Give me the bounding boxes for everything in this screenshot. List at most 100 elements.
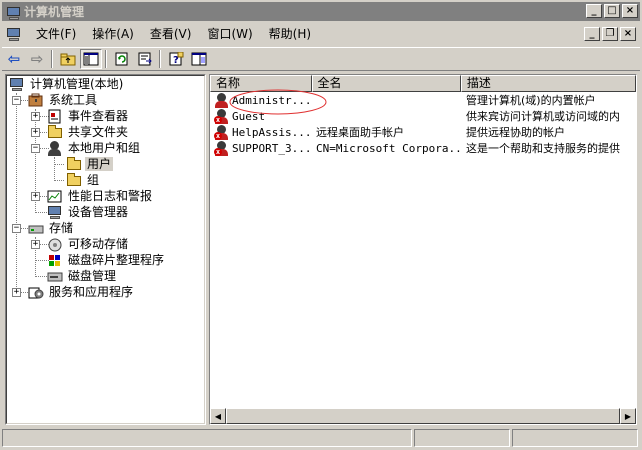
tree-item-label: 磁盘碎片整理程序	[68, 253, 165, 267]
menu-view[interactable]: 查看(V)	[142, 25, 200, 43]
refresh-button[interactable]	[111, 49, 133, 69]
collapse-storage-toggle[interactable]: −	[12, 224, 21, 233]
menu-bar: 文件(F) 操作(A) 查看(V) 窗口(W) 帮助(H) _ ❐ ×	[2, 23, 640, 45]
title-bar[interactable]: 计算机管理 _ □ ×	[2, 2, 640, 21]
mdi-close-button[interactable]: ×	[620, 27, 636, 41]
toolbar: ⇦ ⇨ ?	[2, 47, 640, 71]
up-folder-icon	[60, 53, 76, 66]
expand-removable-storage-toggle[interactable]: +	[31, 240, 40, 249]
scrollbar-thumb[interactable]	[226, 408, 620, 424]
tree-item-defrag[interactable]: 磁盘碎片整理程序	[47, 252, 166, 268]
mdi-minimize-button[interactable]: _	[584, 27, 600, 41]
tree-item-label-selected: 用户	[85, 157, 114, 171]
tree-item-label: 可移动存储	[68, 237, 129, 251]
tree-item-disk-management[interactable]: 磁盘管理	[47, 268, 118, 284]
removable-storage-icon	[47, 237, 63, 252]
computer-management-window: 计算机管理 _ □ × 文件(F) 操作(A) 查看(V) 窗口(W) 帮助(H…	[0, 0, 642, 450]
shared-folder-icon	[47, 124, 63, 140]
tree-item-label: 计算机管理(本地)	[30, 77, 124, 91]
forward-arrow-icon: ⇨	[30, 50, 44, 68]
maximize-button[interactable]: □	[604, 4, 620, 18]
details-list-pane[interactable]: 名称 全名 描述 Administr... 管理计算机(域)的内置帐户 x Gu…	[209, 74, 637, 425]
tree-item-label: 共享文件夹	[68, 125, 129, 139]
menu-file[interactable]: 文件(F)	[28, 25, 84, 43]
scroll-left-button[interactable]: ◀	[210, 408, 226, 424]
computer-management-icon	[6, 6, 20, 20]
tree-item-device-manager[interactable]: 设备管理器	[47, 204, 130, 220]
help-icon: ?	[169, 52, 184, 66]
back-arrow-icon: ⇦	[7, 50, 21, 68]
tree-item-label: 服务和应用程序	[49, 285, 134, 299]
toolbar-separator	[105, 50, 107, 68]
tree-item-label: 系统工具	[49, 93, 98, 107]
properties-button[interactable]	[188, 49, 210, 69]
collapse-system-tools-toggle[interactable]: −	[12, 96, 21, 105]
system-tools-icon	[28, 93, 44, 108]
services-apps-icon	[28, 285, 44, 300]
console-tree: − + + − + − + + 计算机管理(本地) 系统工具 事件查看器 共享文…	[6, 75, 205, 424]
expand-event-viewer-toggle[interactable]: +	[31, 112, 40, 121]
tree-item-shared-folders[interactable]: 共享文件夹	[47, 124, 130, 140]
forward-button[interactable]: ⇨	[26, 49, 48, 69]
disk-management-icon	[47, 269, 63, 284]
defrag-icon	[47, 253, 63, 268]
menu-action[interactable]: 操作(A)	[84, 25, 142, 43]
back-button[interactable]: ⇦	[3, 49, 25, 69]
folder-icon	[66, 172, 82, 188]
help-button[interactable]: ?	[165, 49, 187, 69]
toolbar-separator	[159, 50, 161, 68]
scroll-right-button[interactable]: ▶	[620, 408, 636, 424]
console-tree-pane[interactable]: − + + − + − + + 计算机管理(本地) 系统工具 事件查看器 共享文…	[5, 74, 206, 425]
tree-item-local-users-groups[interactable]: 本地用户和组	[47, 140, 142, 156]
close-button[interactable]: ×	[622, 4, 638, 18]
tree-item-label: 磁盘管理	[68, 269, 117, 283]
device-manager-icon	[47, 205, 63, 220]
document-control-icon[interactable]	[6, 27, 22, 41]
tree-item-label: 本地用户和组	[68, 141, 141, 155]
cell-description: 这是一个帮助和支持服务的提供	[466, 142, 620, 155]
cell-fullname: CN=Microsoft Corpora...	[316, 142, 462, 155]
tree-item-storage[interactable]: 存储	[28, 220, 75, 236]
export-list-button[interactable]	[134, 49, 156, 69]
annotation-circle	[229, 89, 327, 115]
tree-item-perf-logs[interactable]: 性能日志和警报	[47, 188, 154, 204]
collapse-local-users-toggle[interactable]: −	[31, 144, 40, 153]
storage-icon	[28, 221, 44, 236]
window-title: 计算机管理	[24, 5, 85, 19]
status-bar	[2, 428, 640, 448]
show-hide-tree-button[interactable]	[80, 49, 102, 69]
disabled-user-icon: x	[214, 141, 230, 156]
users-groups-icon	[47, 140, 63, 156]
performance-icon	[47, 189, 63, 204]
status-panel	[414, 429, 510, 447]
tree-item-system-tools[interactable]: 系统工具	[28, 92, 99, 108]
properties-icon	[191, 52, 207, 66]
computer-icon	[9, 77, 25, 92]
mdi-restore-button[interactable]: ❐	[602, 27, 618, 41]
table-row[interactable]: x SUPPORT_3... CN=Microsoft Corpora... 这…	[210, 141, 636, 157]
expand-services-apps-toggle[interactable]: +	[12, 288, 21, 297]
menu-help[interactable]: 帮助(H)	[261, 25, 319, 43]
status-panel	[512, 429, 638, 447]
tree-item-label: 性能日志和警报	[68, 189, 153, 203]
cell-name: SUPPORT_3...	[232, 142, 312, 155]
tree-item-groups[interactable]: 组	[66, 172, 101, 188]
minimize-button[interactable]: _	[586, 4, 602, 18]
up-one-level-button[interactable]	[57, 49, 79, 69]
tree-item-event-viewer[interactable]: 事件查看器	[47, 108, 130, 124]
open-folder-icon	[66, 156, 82, 172]
horizontal-scrollbar[interactable]: ◀ ▶	[210, 408, 636, 424]
menu-window[interactable]: 窗口(W)	[199, 25, 260, 43]
tree-item-label: 存储	[49, 221, 74, 235]
tree-item-users[interactable]: 用户	[66, 156, 114, 172]
toolbar-separator	[51, 50, 53, 68]
export-list-icon	[138, 52, 152, 66]
tree-item-root[interactable]: 计算机管理(本地)	[9, 76, 125, 92]
expand-perf-logs-toggle[interactable]: +	[31, 192, 40, 201]
event-viewer-icon	[47, 109, 63, 124]
expand-shared-folders-toggle[interactable]: +	[31, 128, 40, 137]
tree-item-removable-storage[interactable]: 可移动存储	[47, 236, 130, 252]
tree-item-services-apps[interactable]: 服务和应用程序	[28, 284, 135, 300]
tree-item-label: 事件查看器	[68, 109, 129, 123]
tree-item-label: 组	[87, 173, 100, 187]
